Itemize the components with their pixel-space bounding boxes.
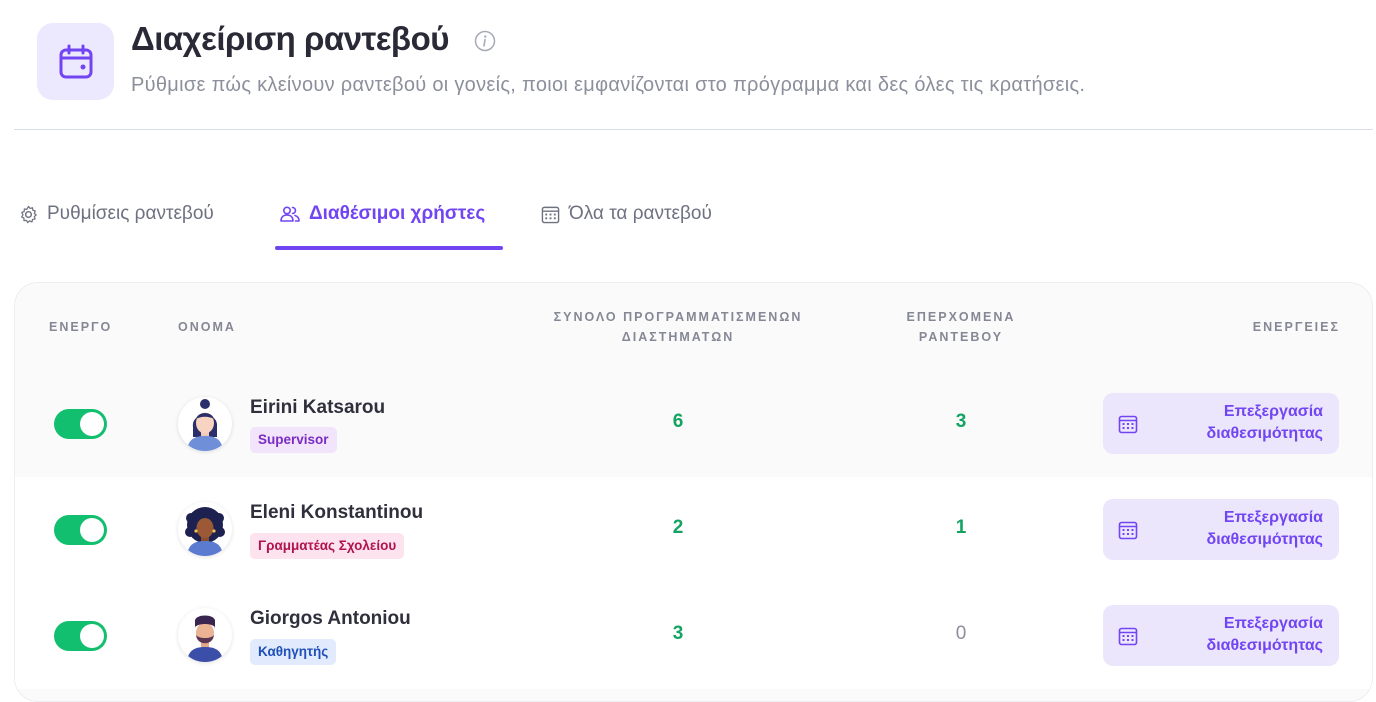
edit-label-line1: Επεξεργασία [1223, 403, 1323, 420]
edit-label-line1: Επεξεργασία [1223, 509, 1323, 526]
page-title: Διαχείριση ραντεβού [131, 20, 449, 57]
upcoming-appointments: 1 [955, 517, 967, 538]
tab-label: Όλα τα ραντεβού [569, 203, 712, 224]
calendar-grid-icon [1118, 627, 1138, 646]
info-icon[interactable] [474, 30, 496, 52]
tab-label: Διαθέσιμοι χρήστες [309, 203, 486, 224]
tab-label: Ρυθμίσεις ραντεβού [47, 203, 214, 224]
col-total-header: ΣΥΝΟΛΟ ΠΡΟΓΡΑΜΜΑΤΙΣΜΕΝΩΝ ΔΙΑΣΤΗΜΑΤΩΝ [528, 307, 828, 347]
calendar-icon [37, 23, 114, 100]
total-slots: 2 [672, 517, 684, 538]
user-name: Giorgos Antoniou [250, 608, 411, 629]
avatar [178, 397, 232, 451]
upcoming-appointments: 3 [955, 411, 967, 432]
user-name: Eirini Katsarou [250, 397, 386, 418]
total-slots: 6 [672, 411, 684, 432]
toggle-knob [80, 518, 104, 542]
table-header: ΕΝΕΡΓΟ ΟΝΟΜΑ ΣΥΝΟΛΟ ΠΡΟΓΡΑΜΜΑΤΙΣΜΕΝΩΝ ΔΙ… [15, 283, 1372, 371]
page-subtitle: Ρύθμισε πώς κλείνουν ραντεβού οι γονείς,… [131, 74, 1086, 96]
total-slots: 3 [672, 623, 684, 644]
table-row: Giorgos Antoniou Καθηγητής 3 0 Επεξεργασ… [15, 583, 1372, 689]
edit-label-line2: διαθεσιμότητας [1206, 531, 1324, 548]
col-upcoming-header-line2: ΡΑΝΤΕΒΟΥ [918, 330, 1004, 344]
edit-availability-label: Επεξεργασία διαθεσιμότητας [1173, 401, 1324, 445]
col-actions-header: ΕΝΕΡΓΕΙΕΣ [1252, 320, 1340, 334]
table-row: Eirini Katsarou Supervisor 6 3 Επεξεργασ… [15, 371, 1372, 477]
avatar [178, 608, 232, 662]
col-name-header: ΟΝΟΜΑ [178, 320, 236, 334]
active-tab-indicator [275, 246, 503, 250]
tab-appointment-settings[interactable]: Ρυθμίσεις ραντεβού [19, 190, 214, 250]
gear-icon [21, 205, 37, 224]
role-badge: Supervisor [250, 427, 337, 453]
tab-all-appointments[interactable]: Όλα τα ραντεβού [541, 190, 712, 250]
edit-label-line2: διαθεσιμότητας [1206, 637, 1324, 654]
col-total-header-line1: ΣΥΝΟΛΟ ΠΡΟΓΡΑΜΜΑΤΙΣΜΕΝΩΝ [553, 310, 803, 324]
edit-label-line2: διαθεσιμότητας [1206, 425, 1324, 442]
edit-availability-button[interactable]: Επεξεργασία διαθεσιμότητας [1103, 605, 1339, 666]
toggle-knob [80, 624, 104, 648]
tab-bar: Ρυθμίσεις ραντεβού Διαθέσιμοι χρήστες Όλ… [0, 190, 800, 250]
page-header: Διαχείριση ραντεβού Ρύθμισε πώς κλείνουν… [14, 0, 1373, 130]
avatar [178, 502, 232, 556]
users-table: ΕΝΕΡΓΟ ΟΝΟΜΑ ΣΥΝΟΛΟ ΠΡΟΓΡΑΜΜΑΤΙΣΜΕΝΩΝ ΔΙ… [14, 282, 1373, 702]
calendar-grid-icon [1118, 415, 1138, 434]
role-badge: Καθηγητής [250, 639, 337, 665]
col-active-header: ΕΝΕΡΓΟ [49, 320, 113, 334]
user-name: Eleni Konstantinou [250, 502, 424, 523]
col-total-header-line2: ΔΙΑΣΤΗΜΑΤΩΝ [621, 330, 735, 344]
upcoming-appointments: 0 [955, 623, 967, 644]
edit-availability-label: Επεξεργασία διαθεσιμότητας [1173, 507, 1324, 551]
tab-available-users[interactable]: Διαθέσιμοι χρήστες [280, 190, 485, 250]
toggle-knob [80, 412, 104, 436]
edit-availability-label: Επεξεργασία διαθεσιμότητας [1173, 613, 1324, 657]
edit-label-line1: Επεξεργασία [1223, 615, 1323, 632]
table-row: Eleni Konstantinou Γραμματέας Σχολείου 2… [15, 477, 1372, 583]
active-toggle[interactable] [54, 621, 107, 651]
role-badge: Γραμματέας Σχολείου [250, 533, 405, 559]
active-toggle[interactable] [54, 409, 107, 439]
calendar-grid-icon [541, 206, 560, 224]
users-icon [280, 206, 300, 222]
col-upcoming-header: ΕΠΕΡΧΟΜΕΝΑ ΡΑΝΤΕΒΟΥ [871, 307, 1051, 347]
calendar-grid-icon [1118, 521, 1138, 540]
edit-availability-button[interactable]: Επεξεργασία διαθεσιμότητας [1103, 393, 1339, 454]
active-toggle[interactable] [54, 515, 107, 545]
edit-availability-button[interactable]: Επεξεργασία διαθεσιμότητας [1103, 499, 1339, 560]
col-upcoming-header-line1: ΕΠΕΡΧΟΜΕΝΑ [906, 310, 1016, 324]
